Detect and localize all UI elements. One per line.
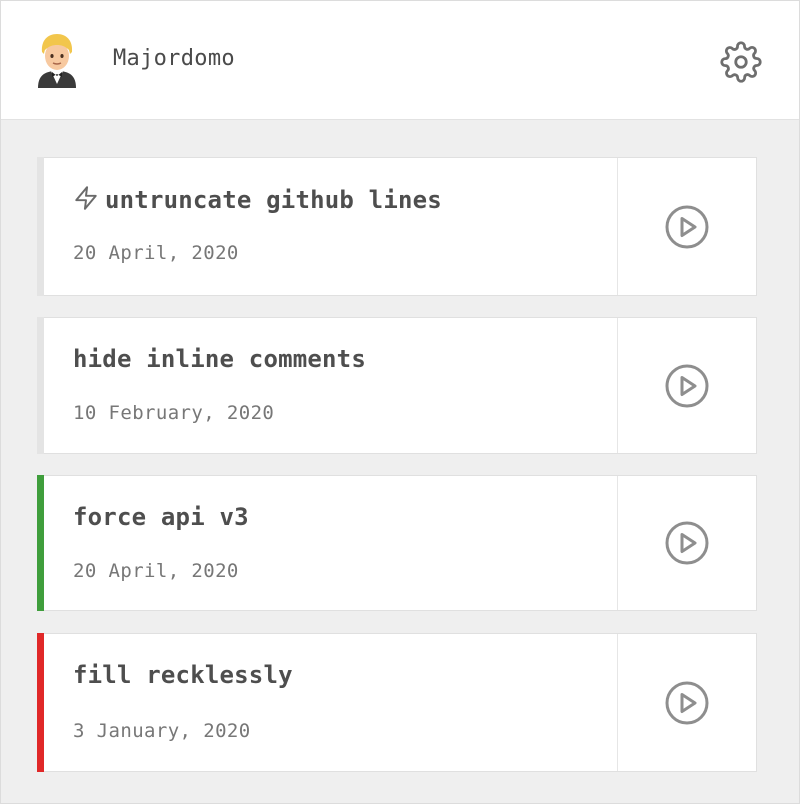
- script-name: fill recklessly: [73, 661, 293, 689]
- script-title: fill recklessly: [73, 661, 293, 689]
- script-title: untruncate github lines: [73, 185, 442, 214]
- script-date: 20 April, 2020: [73, 242, 239, 264]
- app-title: Majordomo: [113, 46, 235, 71]
- script-info[interactable]: untruncate github lines 20 April, 2020: [44, 158, 618, 295]
- script-info[interactable]: force api v3 20 April, 2020: [44, 476, 618, 610]
- script-date: 3 January, 2020: [73, 720, 251, 742]
- script-title: force api v3: [73, 503, 249, 531]
- app-window: Majordomo untruncate github lines 20 Apr…: [0, 0, 800, 804]
- script-card[interactable]: fill recklessly 3 January, 2020: [37, 633, 757, 772]
- run-button[interactable]: [617, 318, 756, 453]
- script-name: untruncate github lines: [105, 186, 442, 214]
- gear-icon[interactable]: [720, 41, 762, 83]
- status-bar: [37, 157, 44, 296]
- play-circle-icon: [665, 521, 708, 565]
- script-date: 20 April, 2020: [73, 560, 239, 582]
- script-title: hide inline comments: [73, 345, 366, 373]
- play-circle-icon: [665, 364, 708, 407]
- play-circle-icon: [665, 681, 708, 724]
- run-button[interactable]: [617, 158, 756, 295]
- script-name: force api v3: [73, 503, 249, 531]
- play-circle-icon: [665, 205, 708, 248]
- script-card[interactable]: force api v3 20 April, 2020: [37, 475, 757, 611]
- status-bar: [37, 633, 44, 772]
- bellhop-person-icon: [38, 34, 76, 88]
- script-info[interactable]: fill recklessly 3 January, 2020: [44, 634, 618, 771]
- status-bar: [37, 475, 44, 611]
- run-button[interactable]: [617, 634, 756, 771]
- script-card[interactable]: untruncate github lines 20 April, 2020: [37, 157, 757, 296]
- header: Majordomo: [1, 1, 799, 120]
- lightning-bolt-icon: [75, 186, 97, 210]
- script-name: hide inline comments: [73, 345, 366, 373]
- run-button[interactable]: [617, 476, 756, 610]
- script-date: 10 February, 2020: [73, 402, 275, 424]
- script-card[interactable]: hide inline comments 10 February, 2020: [37, 317, 757, 454]
- status-bar: [37, 317, 44, 454]
- script-info[interactable]: hide inline comments 10 February, 2020: [44, 318, 618, 453]
